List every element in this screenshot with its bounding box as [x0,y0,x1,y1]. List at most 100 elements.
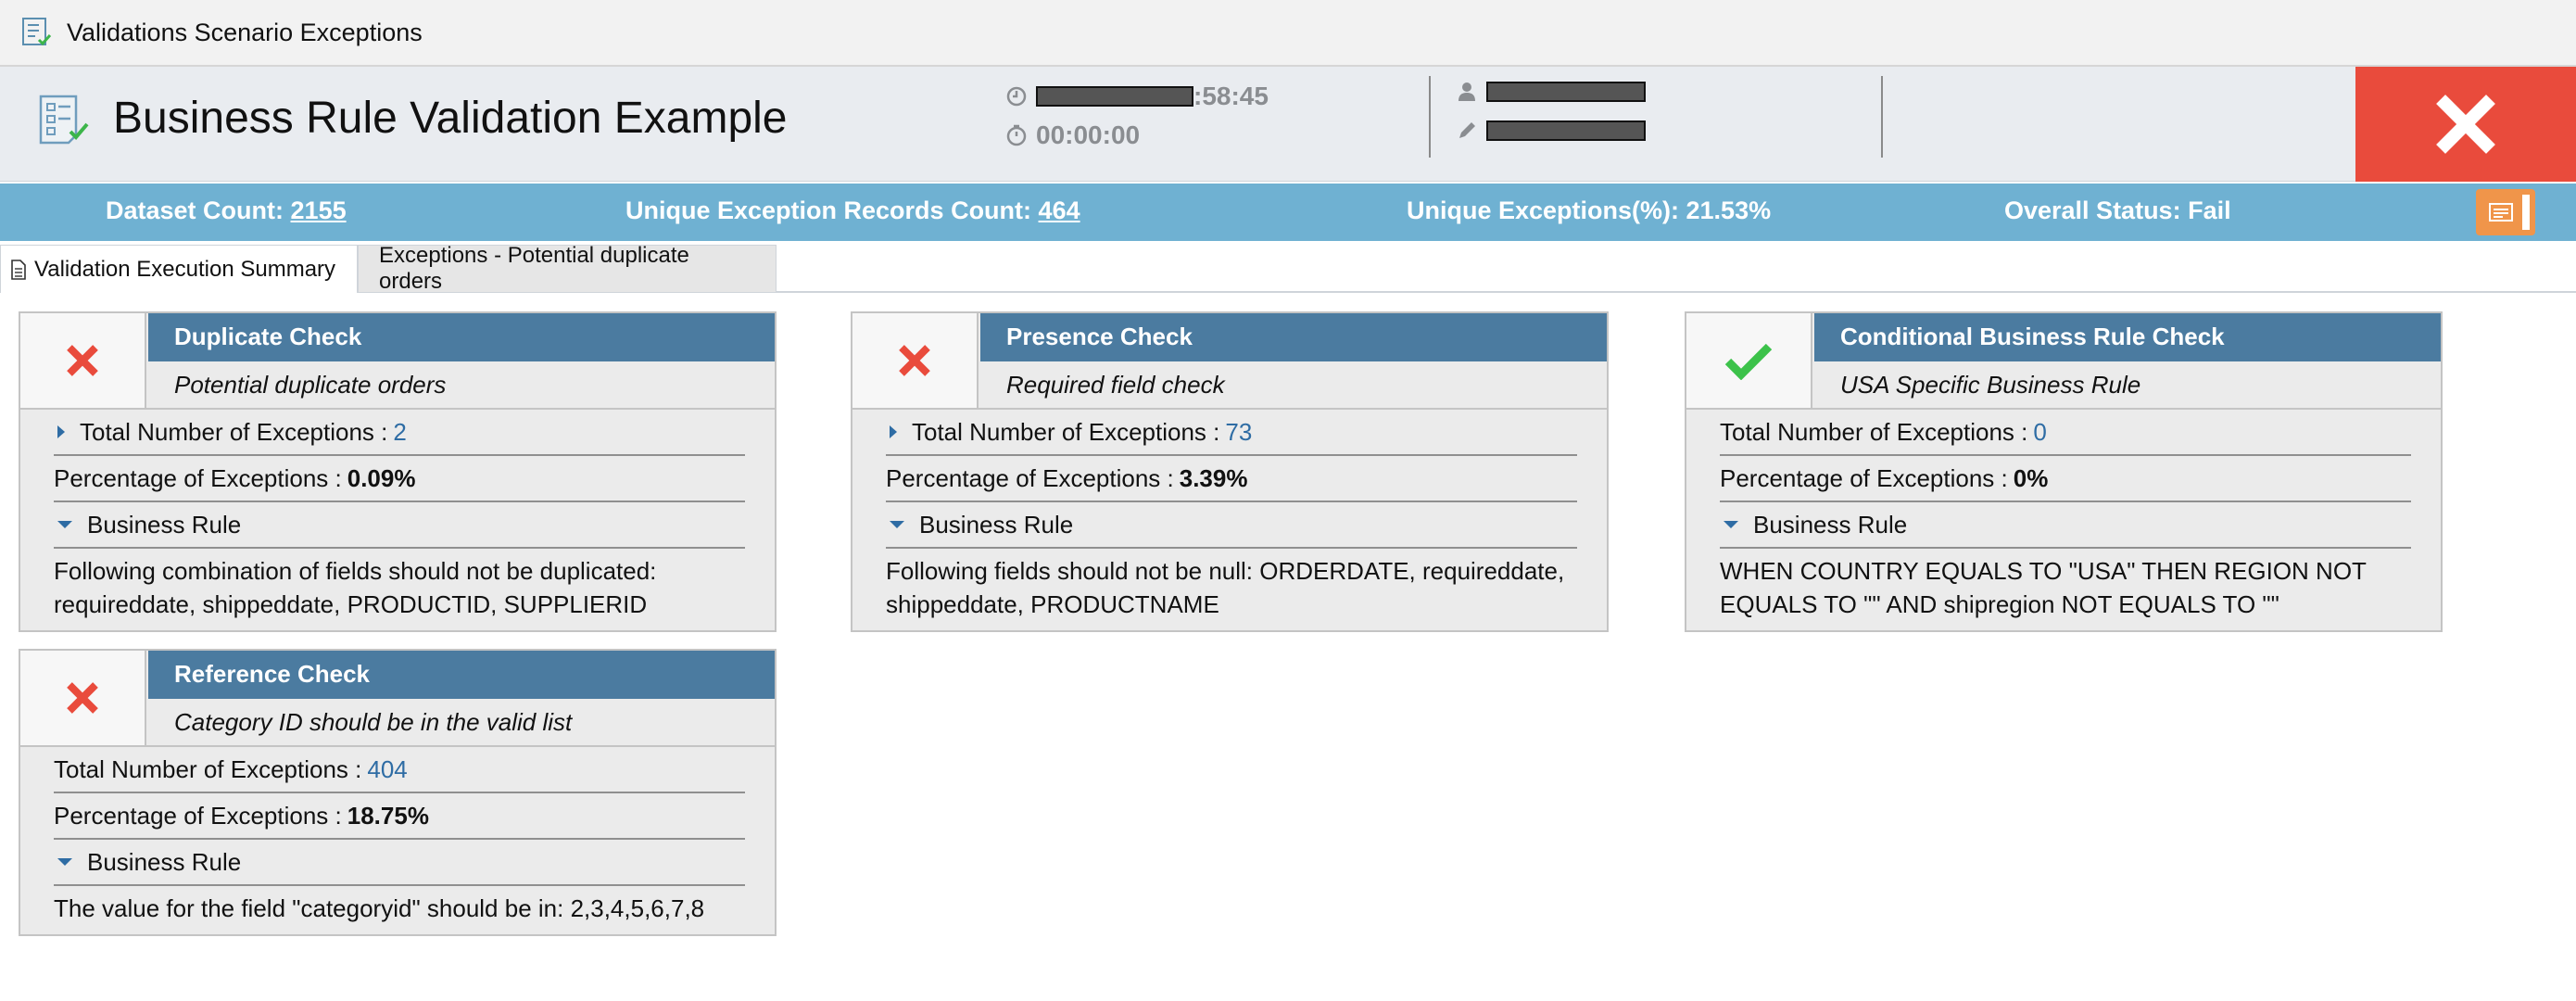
percentage-value: 3.39% [1179,463,1248,492]
unique-exceptions-percent: Unique Exceptions(%): 21.53% [1407,196,1772,224]
business-rule-label: Business Rule [87,847,242,876]
collapse-caret-icon[interactable] [1724,521,1738,528]
document-icon [11,259,26,280]
elapsed-time: 00:00:00 [1006,120,1140,150]
business-rule-label: Business Rule [1753,510,1908,539]
checklist-icon [39,95,89,145]
percentage-row: Percentage of Exceptions : 3.39% [886,456,1577,502]
check-name: Reference Check [148,651,775,699]
percentage-value: 0.09% [347,463,416,492]
tab-validation-summary[interactable]: Validation Execution Summary [0,245,358,293]
checklist-icon [22,18,52,46]
percentage-label: Percentage of Exceptions : [54,801,342,830]
check-name: Duplicate Check [148,313,775,361]
business-rule-text: The value for the field "categoryid" sho… [54,894,705,922]
total-exceptions-label: Total Number of Exceptions : [80,417,388,446]
validation-card-reference: Reference Check Category ID should be in… [19,649,777,936]
fail-icon [899,345,930,376]
fail-icon [67,682,98,714]
check-description: USA Specific Business Rule [1840,371,2141,399]
business-rule-label: Business Rule [919,510,1074,539]
unique-records-link[interactable]: 464 [1039,196,1080,224]
expand-caret-icon[interactable] [57,425,65,438]
tab-bar: Validation Execution Summary Exceptions … [0,243,2576,294]
dataset-count-label: Dataset Count: [106,196,284,224]
collapse-caret-icon[interactable] [57,521,72,528]
percentage-value: 0% [2013,463,2049,492]
tab-label: Exceptions - Potential duplicate orders [379,243,689,294]
business-rule-toggle[interactable]: Business Rule [886,502,1577,549]
check-name: Conditional Business Rule Check [1814,313,2441,361]
business-rule-text: Following combination of fields should n… [54,557,657,618]
total-exceptions-label: Total Number of Exceptions : [1720,417,2028,446]
tab-exceptions-duplicates[interactable]: Exceptions - Potential duplicate orders [358,243,777,294]
status-indicator [1686,313,1812,408]
overall-status: Overall Status: Fail [2004,196,2231,224]
close-button[interactable] [2355,67,2576,182]
modified-by [1457,120,1646,141]
status-indicator [852,313,979,408]
total-exceptions-label: Total Number of Exceptions : [54,754,362,783]
validation-card-presence: Presence Check Required field check Tota… [851,311,1609,632]
header-divider [1881,76,1883,158]
report-button-edge [2522,195,2530,230]
collapse-caret-icon[interactable] [890,521,904,528]
business-rule-toggle[interactable]: Business Rule [54,840,745,886]
run-datetime: :58:45 [1006,82,1269,111]
dataset-count-link[interactable]: 2155 [291,196,347,224]
user-icon [1458,82,1475,101]
business-rule-text: Following fields should not be null: ORD… [886,557,1565,618]
page-header: Business Rule Validation Example :58:45 … [0,67,2576,182]
pass-icon [1724,343,1773,380]
header-divider [1429,76,1431,158]
percentage-value: 18.75% [347,801,429,830]
total-exceptions-value[interactable]: 404 [367,755,407,784]
percentage-row: Percentage of Exceptions : 0.09% [54,456,745,502]
expand-caret-icon[interactable] [890,425,897,438]
collapse-caret-icon[interactable] [57,858,72,866]
percentage-row: Percentage of Exceptions : 0% [1720,456,2411,502]
total-exceptions-value[interactable]: 2 [393,418,406,447]
business-rule-toggle[interactable]: Business Rule [1720,502,2411,549]
fail-icon [67,345,98,376]
window-titlebar: Validations Scenario Exceptions [0,0,2576,67]
total-exceptions-value: 0 [2033,417,2047,446]
percentage-label: Percentage of Exceptions : [54,463,342,492]
run-time-visible: :58:45 [1193,82,1269,110]
business-rule-label: Business Rule [87,510,242,539]
unique-records-label: Unique Exception Records Count: [625,196,1032,224]
report-button[interactable] [2476,189,2535,235]
tab-label: Validation Execution Summary [34,256,336,282]
check-description: Category ID should be in the valid list [174,708,573,736]
check-description: Potential duplicate orders [174,371,447,399]
dataset-count: Dataset Count: 2155 [106,196,347,225]
clock-icon [1006,86,1027,107]
status-indicator [20,651,146,745]
redacted-user [1486,82,1646,102]
unique-records-count: Unique Exception Records Count: 464 [625,196,1080,225]
check-description: Required field check [1006,371,1225,399]
total-exceptions-value[interactable]: 73 [1225,418,1252,447]
page-title: Business Rule Validation Example [113,94,788,143]
report-icon [2489,203,2513,222]
total-exceptions-row[interactable]: Total Number of Exceptions : 73 [886,410,1577,456]
close-icon [2436,95,2495,154]
status-indicator [20,313,146,408]
percentage-row: Percentage of Exceptions : 18.75% [54,793,745,840]
total-exceptions-row[interactable]: Total Number of Exceptions : 2 [54,410,745,456]
pencil-icon [1459,122,1475,138]
stopwatch-icon [1006,124,1027,146]
run-user [1457,82,1646,102]
percentage-label: Percentage of Exceptions : [1720,463,2008,492]
redacted-editor [1486,120,1646,141]
business-rule-text: WHEN COUNTRY EQUALS TO "USA" THEN REGION… [1720,557,2367,618]
total-exceptions-row: Total Number of Exceptions : 404 [54,747,745,793]
business-rule-toggle[interactable]: Business Rule [54,502,745,549]
percentage-label: Percentage of Exceptions : [886,463,1174,492]
check-name: Presence Check [980,313,1607,361]
redacted-date [1036,86,1193,107]
validation-card-duplicate: Duplicate Check Potential duplicate orde… [19,311,777,632]
validation-card-conditional: Conditional Business Rule Check USA Spec… [1685,311,2443,632]
window-title: Validations Scenario Exceptions [67,18,423,46]
elapsed-value: 00:00:00 [1036,120,1141,149]
